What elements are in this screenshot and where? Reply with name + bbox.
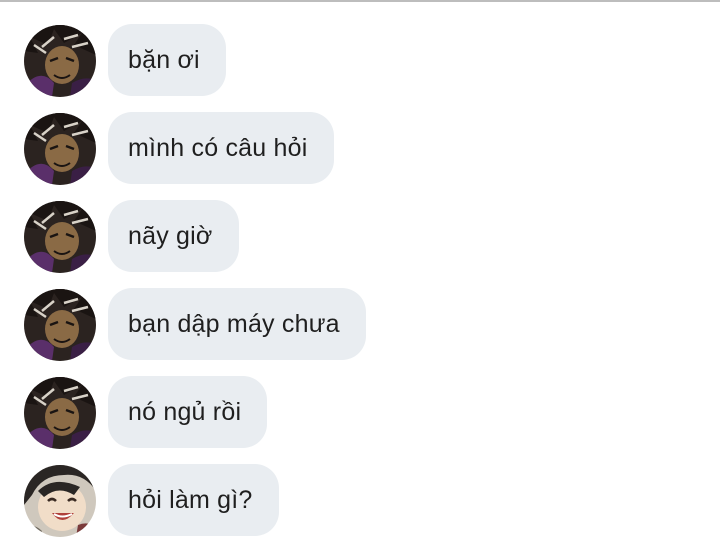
message-text: nó ngủ rồi xyxy=(128,397,242,426)
message-text: mình có câu hỏi xyxy=(128,133,308,162)
message-bubble[interactable]: bặn ơi xyxy=(108,24,226,96)
message-text: hỏi làm gì? xyxy=(128,485,253,514)
message-row: mình có câu hỏi xyxy=(0,112,720,186)
dark-haired-character-avatar-icon[interactable] xyxy=(24,201,96,273)
message-text: nãy giờ xyxy=(128,221,213,250)
message-row: bạn dập máy chưa xyxy=(0,288,720,362)
message-bubble[interactable]: bạn dập máy chưa xyxy=(108,288,366,360)
message-bubble[interactable]: mình có câu hỏi xyxy=(108,112,334,184)
message-bubble[interactable]: nãy giờ xyxy=(108,200,239,272)
message-bubble[interactable]: nó ngủ rồi xyxy=(108,376,268,448)
laughing-character-avatar-icon[interactable] xyxy=(24,465,96,537)
message-row: bặn ơi xyxy=(0,24,720,98)
dark-haired-character-avatar-icon[interactable] xyxy=(24,289,96,361)
top-divider xyxy=(0,0,720,2)
message-row: hỏi làm gì? xyxy=(0,464,720,538)
message-row: nó ngủ rồi xyxy=(0,376,720,450)
dark-haired-character-avatar-icon[interactable] xyxy=(24,377,96,449)
dark-haired-character-avatar-icon[interactable] xyxy=(24,113,96,185)
message-text: bạn dập máy chưa xyxy=(128,309,340,338)
message-bubble[interactable]: hỏi làm gì? xyxy=(108,464,279,536)
dark-haired-character-avatar-icon[interactable] xyxy=(24,25,96,97)
message-row: nãy giờ xyxy=(0,200,720,274)
message-text: bặn ơi xyxy=(128,45,200,74)
